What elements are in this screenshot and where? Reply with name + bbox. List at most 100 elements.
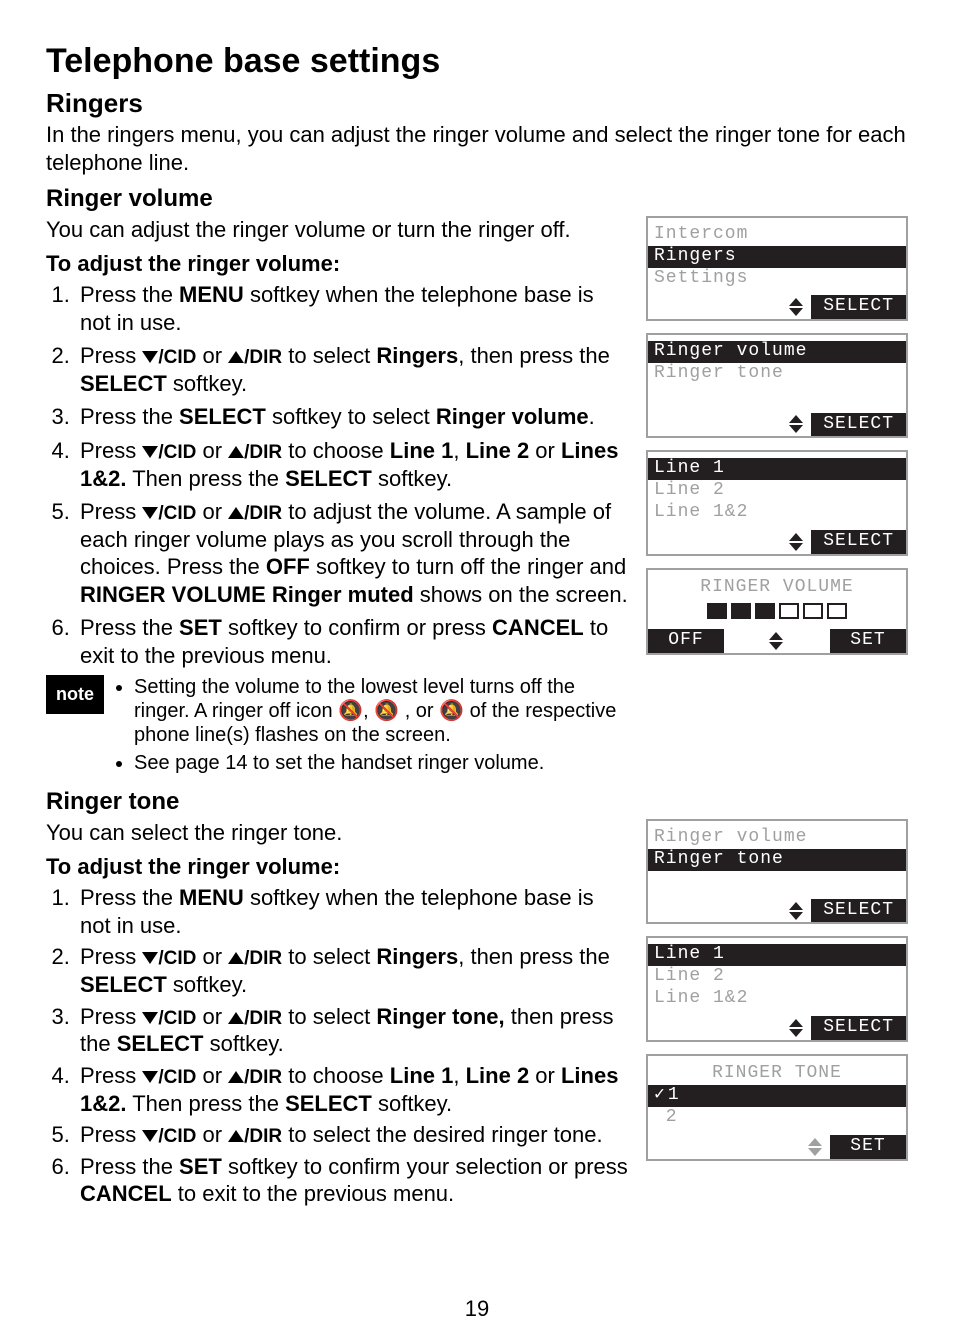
up-down-arrows-icon <box>789 902 803 920</box>
text: . <box>589 404 595 429</box>
text: to choose <box>282 438 390 463</box>
select-key: SELECT <box>285 1091 372 1116</box>
lcd-softkey-set: SET <box>830 1135 906 1159</box>
text: , <box>453 1063 465 1088</box>
text: or <box>196 1004 228 1029</box>
ringer-tone-adjust-heading: To adjust the ringer volume: <box>46 853 628 881</box>
triangle-up-icon <box>228 1071 244 1083</box>
triangle-up-icon <box>228 351 244 363</box>
lcd-screen: Line 1 Line 2 Line 1&2 SELECT <box>646 450 908 555</box>
text: or <box>196 1122 228 1147</box>
dir-key: /DIR <box>244 442 282 463</box>
volume-bars-icon <box>648 599 906 625</box>
lcd-row-selected: 1 <box>648 1085 906 1107</box>
lcd-row: Line 2 <box>648 966 906 988</box>
text: , then press the <box>458 944 610 969</box>
page-title: Telephone base settings <box>46 40 908 83</box>
list-item: Press /CID or /DIR to choose Line 1, Lin… <box>76 1062 628 1117</box>
lcd-softbar: SET <box>648 1135 906 1159</box>
ringer-volume-key: Ringer volume <box>436 404 589 429</box>
text: Press <box>80 343 142 368</box>
text: Press the <box>80 404 179 429</box>
text: Press <box>80 1122 142 1147</box>
lcd-row <box>648 871 906 893</box>
text: shows on the screen. <box>414 582 628 607</box>
text: or <box>196 499 228 524</box>
note-badge: note <box>46 675 104 714</box>
up-down-arrows-icon <box>789 533 803 551</box>
lcd-row: 2 <box>648 1107 906 1129</box>
up-down-arrows-icon <box>769 632 783 650</box>
lcd-row: Line 2 <box>648 480 906 502</box>
text: Then press the <box>126 1091 285 1116</box>
lcd-softkey: SELECT <box>811 899 906 923</box>
lcd-row: Ringer tone <box>648 363 906 385</box>
list-item: Press the MENU softkey when the telephon… <box>76 281 628 336</box>
menu-key: MENU <box>179 885 244 910</box>
triangle-up-icon <box>228 507 244 519</box>
text: , or <box>399 700 439 722</box>
note-body: Setting the volume to the lowest level t… <box>116 675 628 779</box>
lcd-screen: Ringer volume Ringer tone SELECT <box>646 819 908 924</box>
triangle-up-icon <box>228 952 244 964</box>
line-key: Line 2 <box>466 1063 530 1088</box>
select-key: SELECT <box>179 404 266 429</box>
off-key: OFF <box>266 554 310 579</box>
lcd-softbar: OFF SET <box>648 629 906 653</box>
bell-off-icon: 🔕 <box>374 700 399 722</box>
line-key: Line 2 <box>466 438 530 463</box>
cid-key: /CID <box>158 442 196 463</box>
lcd-softkey: SELECT <box>811 1016 906 1040</box>
up-down-arrows-icon <box>789 1019 803 1037</box>
text: Press the <box>80 615 179 640</box>
lcd-title: RINGER TONE <box>648 1062 906 1086</box>
ringer-tone-heading: Ringer tone <box>46 787 908 817</box>
ringers-intro: In the ringers menu, you can adjust the … <box>46 121 908 176</box>
line-key: Line 1 <box>390 438 454 463</box>
text: softkey. <box>204 1031 284 1056</box>
note-block: note Setting the volume to the lowest le… <box>46 675 628 779</box>
lcd-screen: Intercom Ringers Settings SELECT <box>646 216 908 321</box>
lcd-row: Line 1&2 <box>648 988 906 1010</box>
list-item: Press /CID or /DIR to select Ringers, th… <box>76 943 628 998</box>
list-item: Press /CID or /DIR to select Ringer tone… <box>76 1003 628 1058</box>
list-item: Press /CID or /DIR to choose Line 1, Lin… <box>76 437 628 492</box>
text: Press the <box>80 885 179 910</box>
set-key: SET <box>179 1154 222 1179</box>
ringer-volume-steps: Press the MENU softkey when the telephon… <box>46 281 628 669</box>
text: softkey to select <box>266 404 436 429</box>
text: to select <box>282 944 376 969</box>
triangle-up-icon <box>228 446 244 458</box>
lcd-row: Ringer volume <box>648 827 906 849</box>
triangle-up-icon <box>228 1130 244 1142</box>
text: Press <box>80 1063 142 1088</box>
text: to select <box>282 1004 376 1029</box>
text: softkey to confirm or press <box>222 615 492 640</box>
lcd-row <box>648 385 906 407</box>
list-item: See page 14 to set the handset ringer vo… <box>134 751 628 775</box>
lcd-softkey-set: SET <box>830 629 906 653</box>
menu-key: MENU <box>179 282 244 307</box>
muted-key: RINGER VOLUME Ringer muted <box>80 582 414 607</box>
list-item: Press /CID or /DIR to adjust the volume.… <box>76 498 628 608</box>
ringer-volume-block: You can adjust the ringer volume or turn… <box>46 216 908 779</box>
dir-key: /DIR <box>244 1067 282 1088</box>
line-key: Line 1 <box>390 1063 454 1088</box>
text: Press <box>80 499 142 524</box>
cid-key: /CID <box>158 948 196 969</box>
lcd-title: RINGER VOLUME <box>648 576 906 600</box>
manual-page: Telephone base settings Ringers In the r… <box>0 0 954 1336</box>
triangle-down-icon <box>142 446 158 458</box>
text: softkey. <box>167 972 247 997</box>
triangle-down-icon <box>142 1130 158 1142</box>
ringer-volume-screens: Intercom Ringers Settings SELECT Ringer … <box>646 216 908 779</box>
ringer-tone-block: You can select the ringer tone. To adjus… <box>46 819 908 1212</box>
select-key: SELECT <box>80 371 167 396</box>
lcd-row: Intercom <box>648 224 906 246</box>
ringer-tone-screens: Ringer volume Ringer tone SELECT Line 1 … <box>646 819 908 1212</box>
list-item: Press the SET softkey to confirm or pres… <box>76 614 628 669</box>
up-down-arrows-icon <box>808 1138 822 1156</box>
triangle-down-icon <box>142 952 158 964</box>
text: softkey to confirm your selection or pre… <box>222 1154 628 1179</box>
triangle-down-icon <box>142 1071 158 1083</box>
